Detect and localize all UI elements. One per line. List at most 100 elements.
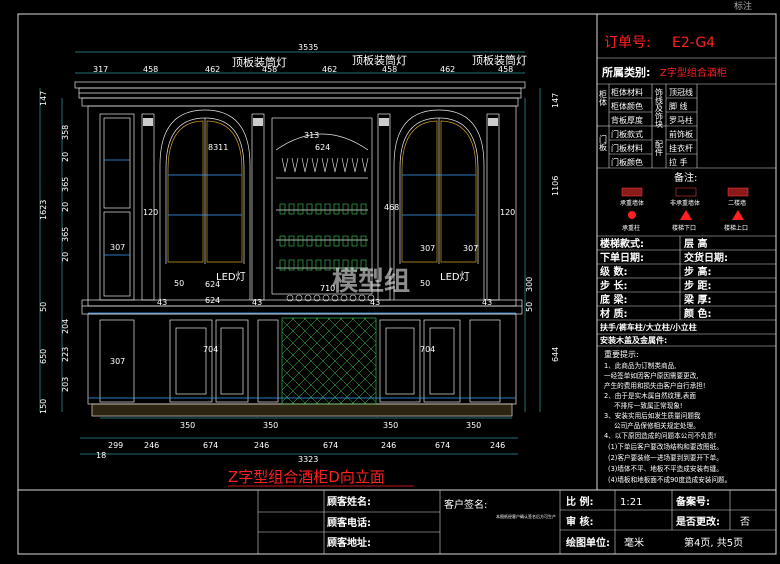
dim-misc-43b: 43 bbox=[252, 298, 262, 307]
dim-misc-468: 468 bbox=[384, 203, 399, 212]
lattice-line bbox=[281, 331, 355, 405]
dim-misc-43a: 43 bbox=[157, 298, 167, 307]
dim-bottom-r2-1: 299 bbox=[108, 441, 123, 450]
dim-bottom-r1-1: 350 bbox=[180, 421, 195, 430]
dim-misc-120a: 120 bbox=[143, 208, 158, 217]
watermark: 模型组 bbox=[332, 266, 410, 297]
dim-misc-307a: 307 bbox=[110, 243, 125, 252]
lattice-line bbox=[281, 317, 367, 403]
dim-top-total: 3535 bbox=[298, 43, 318, 52]
spec-right-3: 罗马柱 bbox=[669, 115, 693, 125]
bottle bbox=[351, 203, 358, 215]
dim-misc-43d: 43 bbox=[482, 298, 492, 307]
spec-left-rows: 柜体材料 柜体颜色 背板厚度 门板款式 门板材料 门板颜色 bbox=[611, 87, 643, 167]
legend-6: 楼梯上口 bbox=[724, 224, 748, 232]
reminder-12: (4)墙板和地板面不成90度造成安装问题。 bbox=[608, 475, 731, 484]
changed-label: 是否更改: bbox=[675, 515, 720, 528]
lattice-line bbox=[281, 317, 307, 343]
dim-left-inner-6: 20 bbox=[61, 252, 70, 262]
bottle bbox=[288, 259, 295, 271]
changed-value: 否 bbox=[740, 516, 750, 528]
bottle bbox=[360, 235, 367, 247]
reminder-3: 产生的费用和损失由客户自行承担! bbox=[604, 381, 706, 390]
reminder-title: 重要提示: bbox=[604, 349, 639, 359]
drawing-title: Z字型组合酒柜D向立面 bbox=[228, 468, 385, 486]
spec-right-4: 前饰板 bbox=[669, 129, 693, 139]
info-下单日期: 下单日期: bbox=[600, 251, 644, 264]
reminder-list: 1、此商品为订制类商品, 一经签单如因客户原因需要更改, 产生的费用和损失由客户… bbox=[604, 361, 731, 484]
order-value: E2-G4 bbox=[672, 35, 715, 51]
info-步距: 步 距: bbox=[684, 279, 711, 292]
spec-group-mid: 饰线及饰块 bbox=[655, 87, 664, 129]
spec-right-2: 脚 线 bbox=[669, 101, 688, 111]
led-label-3: 顶板装筒灯 bbox=[472, 53, 527, 67]
dim-right-4: 50 bbox=[525, 302, 534, 312]
dim-bottom-r1-3: 350 bbox=[383, 421, 398, 430]
spec-group-mid2: 配件 bbox=[655, 140, 664, 157]
bottle bbox=[279, 235, 286, 247]
dim-bottom-small: 18 bbox=[96, 451, 106, 460]
dim-bottom-r2-8: 246 bbox=[490, 441, 505, 450]
dim-bottom-r2-2: 246 bbox=[144, 441, 159, 450]
info-颜色: 颜 色: bbox=[684, 307, 711, 320]
info-楼梯款式: 楼梯款式: bbox=[600, 237, 644, 250]
info-步长: 步 长: bbox=[600, 279, 627, 292]
led-label-1: 顶板装筒灯 bbox=[232, 55, 287, 69]
dim-left-outer-1: 147 bbox=[39, 91, 48, 106]
dim-bottom-total: 3323 bbox=[298, 455, 318, 464]
spec-left-5: 门板材料 bbox=[611, 143, 643, 153]
client-sign-label: 客户签名: bbox=[444, 498, 487, 511]
legend-4: 承重柱 bbox=[622, 224, 640, 232]
spec-right-6: 拉 手 bbox=[669, 157, 688, 167]
client-phone-label: 顾客电话: bbox=[327, 516, 371, 529]
dim-left-inner-4: 20 bbox=[61, 202, 70, 212]
bottle bbox=[315, 203, 322, 215]
dim-bottom-r2-6: 246 bbox=[381, 441, 396, 450]
review-label: 审 核: bbox=[566, 515, 593, 528]
dim-misc-120b: 120 bbox=[500, 208, 515, 217]
extra-line-2: 安装木盖及金属件: bbox=[600, 335, 667, 345]
dim-right-5: 644 bbox=[551, 347, 560, 362]
lattice-line bbox=[291, 319, 377, 405]
reminder-5: 不排斥一致属正常现象! bbox=[614, 401, 683, 410]
lattice-line bbox=[281, 355, 331, 405]
lattice-line bbox=[291, 317, 377, 403]
bottle bbox=[324, 203, 331, 215]
lattice-line bbox=[281, 317, 355, 391]
unit-value: 毫米 bbox=[624, 536, 644, 549]
dim-bottom-r2-7: 674 bbox=[435, 441, 450, 450]
led-mid-1: LED灯 bbox=[216, 271, 246, 283]
dim-bottom-r1-2: 350 bbox=[263, 421, 278, 430]
info-梁厚: 梁 厚: bbox=[683, 293, 711, 306]
bottle bbox=[342, 235, 349, 247]
dim-right-3: 300 bbox=[525, 277, 534, 292]
bottle bbox=[315, 259, 322, 271]
lattice-line bbox=[281, 317, 295, 331]
bottle bbox=[297, 259, 304, 271]
glass-holder bbox=[361, 157, 369, 173]
info-rows: 楼梯款式: 层 高 下单日期: 交货日期: 级 数: 步 高: 步 长: 步 距… bbox=[599, 237, 728, 320]
lattice-line bbox=[351, 317, 377, 343]
dim-misc-307b: 307 bbox=[110, 357, 125, 366]
glass-holder bbox=[281, 157, 289, 173]
reminder-11: (3)墙体不平、地板不平造成安装有缝。 bbox=[608, 464, 723, 473]
legend-2: 非承重墙体 bbox=[670, 199, 700, 207]
spec-left-4: 门板款式 bbox=[611, 129, 643, 139]
reminder-2: 一经签单如因客户原因需要更改, bbox=[604, 371, 698, 380]
bottle bbox=[306, 235, 313, 247]
led-label-2: 顶板装筒灯 bbox=[352, 53, 407, 67]
reminder-1: 1、此商品为订制类商品, bbox=[604, 361, 676, 370]
glass-holder bbox=[301, 157, 309, 173]
lattice-line bbox=[303, 317, 377, 391]
dim-left-outer-2: 1623 bbox=[39, 200, 48, 220]
spec-group-left2: 门板 bbox=[599, 134, 608, 152]
dim-misc-307c: 307 bbox=[420, 244, 435, 253]
spec-group-left: 柜体 bbox=[599, 89, 608, 107]
dim-left-outer-5: 150 bbox=[39, 399, 48, 414]
dim-top-3: 462 bbox=[205, 65, 220, 74]
lattice-line bbox=[315, 317, 377, 379]
dim-top-2: 458 bbox=[143, 65, 158, 74]
dim-misc-307d: 307 bbox=[463, 244, 478, 253]
glass-holder bbox=[311, 157, 319, 173]
dim-left-inner-5: 365 bbox=[61, 227, 70, 242]
